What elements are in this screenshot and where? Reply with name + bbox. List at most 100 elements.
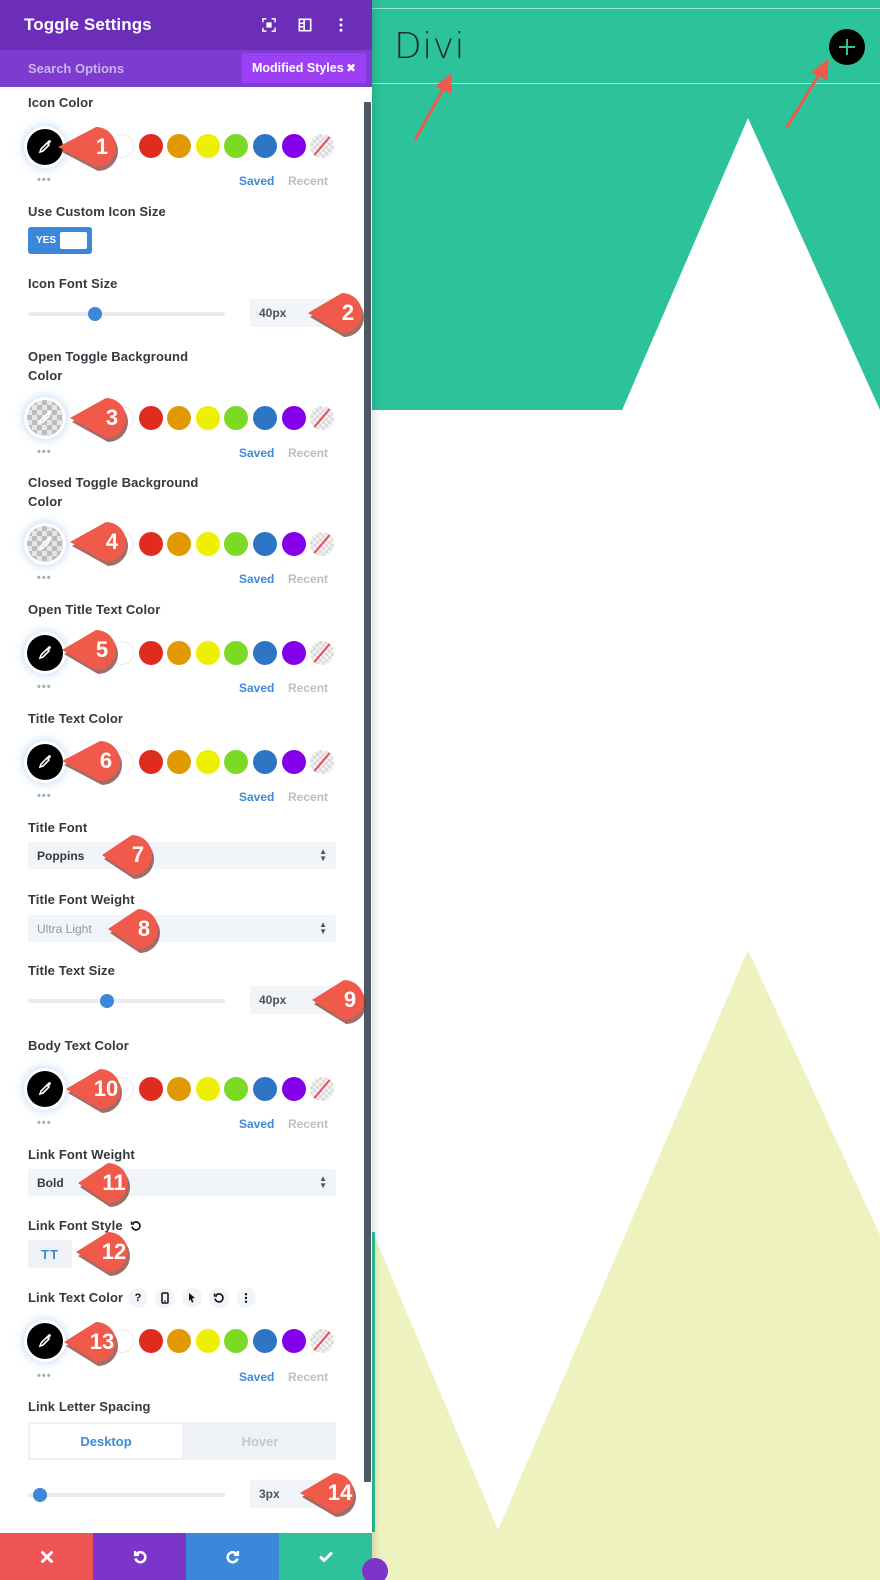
custom-icon-size-toggle[interactable]: YES (28, 227, 92, 254)
saved-colors-tab[interactable]: Saved (239, 790, 274, 804)
color-swatch[interactable] (281, 406, 306, 430)
color-swatch[interactable] (281, 641, 306, 665)
open-title-color-picker[interactable] (24, 632, 66, 674)
slider-thumb[interactable] (99, 994, 114, 1008)
title-font-weight-select[interactable]: Ultra Light ▲ ▼ (28, 915, 336, 942)
color-swatch[interactable] (253, 1329, 277, 1353)
saved-colors-tab[interactable]: Saved (239, 1117, 274, 1131)
color-swatch[interactable] (224, 134, 249, 158)
recent-colors-tab[interactable]: Recent (288, 572, 328, 586)
color-swatch[interactable] (195, 134, 220, 158)
color-swatch[interactable] (253, 750, 277, 774)
redo-button[interactable] (186, 1533, 279, 1580)
title-text-size-slider[interactable] (28, 994, 225, 1008)
no-color-swatch[interactable] (310, 532, 335, 556)
responsive-icon[interactable] (155, 1288, 175, 1308)
saved-colors-tab[interactable]: Saved (239, 1370, 274, 1384)
color-swatch[interactable] (281, 1329, 306, 1353)
undo-button[interactable] (93, 1533, 186, 1580)
hover-cursor-icon[interactable] (182, 1288, 202, 1308)
color-swatch[interactable] (167, 1077, 192, 1101)
link-font-weight-select[interactable]: Bold ▲ ▼ (28, 1169, 336, 1196)
color-swatch[interactable] (167, 1329, 192, 1353)
help-icon[interactable]: ? (128, 1288, 148, 1308)
color-swatch[interactable] (167, 406, 192, 430)
color-swatch[interactable] (167, 532, 192, 556)
more-colors-button[interactable]: ••• (37, 790, 52, 802)
title-font-select[interactable]: Poppins ▲ ▼ (28, 842, 336, 869)
color-swatch[interactable] (281, 750, 306, 774)
color-swatch[interactable] (167, 750, 192, 774)
more-colors-button[interactable]: ••• (37, 174, 52, 186)
color-swatch[interactable] (224, 1329, 249, 1353)
saved-colors-tab[interactable]: Saved (239, 446, 274, 460)
uppercase-style-button[interactable]: TT (28, 1240, 72, 1268)
builder-menu-button[interactable] (362, 1558, 388, 1580)
color-swatch[interactable] (195, 532, 220, 556)
color-swatch[interactable] (138, 532, 163, 556)
color-swatch[interactable] (281, 532, 306, 556)
closed-toggle-bg-picker[interactable] (24, 523, 66, 565)
color-swatch[interactable] (253, 134, 277, 158)
color-swatch[interactable] (195, 1329, 220, 1353)
color-swatch[interactable] (253, 1077, 277, 1101)
saved-colors-tab[interactable]: Saved (239, 572, 274, 586)
color-swatch[interactable] (224, 750, 249, 774)
recent-colors-tab[interactable]: Recent (288, 174, 328, 188)
no-color-swatch[interactable] (310, 134, 335, 158)
color-swatch[interactable] (253, 641, 277, 665)
reset-icon[interactable] (209, 1288, 229, 1308)
color-swatch[interactable] (138, 134, 163, 158)
save-button[interactable] (279, 1533, 372, 1580)
more-colors-button[interactable]: ••• (37, 446, 52, 458)
color-swatch[interactable] (281, 134, 306, 158)
icon-font-size-slider[interactable] (28, 307, 225, 321)
link-letter-spacing-slider[interactable] (28, 1488, 225, 1502)
no-color-swatch[interactable] (310, 750, 335, 774)
color-swatch[interactable] (138, 641, 163, 665)
recent-colors-tab[interactable]: Recent (288, 1370, 328, 1384)
color-swatch[interactable] (138, 1077, 163, 1101)
recent-colors-tab[interactable]: Recent (288, 1117, 328, 1131)
title-font-weight-value: Ultra Light (37, 921, 92, 936)
color-swatch[interactable] (138, 1329, 163, 1353)
no-color-swatch[interactable] (310, 1329, 335, 1353)
color-swatch[interactable] (281, 1077, 306, 1101)
more-vertical-icon[interactable] (236, 1288, 256, 1308)
slider-thumb[interactable] (32, 1488, 47, 1502)
tab-hover[interactable]: Hover (184, 1422, 336, 1460)
discard-button[interactable] (0, 1533, 93, 1580)
saved-colors-tab[interactable]: Saved (239, 681, 274, 695)
color-swatch[interactable] (167, 641, 192, 665)
no-color-swatch[interactable] (310, 1077, 335, 1101)
more-colors-button[interactable]: ••• (37, 681, 52, 693)
no-color-swatch[interactable] (310, 641, 335, 665)
color-swatch[interactable] (167, 134, 192, 158)
color-swatch[interactable] (224, 532, 249, 556)
color-swatch[interactable] (138, 750, 163, 774)
color-swatch[interactable] (253, 532, 277, 556)
open-toggle-bg-picker[interactable] (24, 397, 66, 439)
title-color-picker[interactable] (24, 741, 66, 783)
saved-colors-tab[interactable]: Saved (239, 174, 274, 188)
recent-colors-tab[interactable]: Recent (288, 446, 328, 460)
color-swatch[interactable] (195, 750, 220, 774)
color-swatch[interactable] (224, 641, 249, 665)
color-swatch[interactable] (195, 1077, 220, 1101)
recent-colors-tab[interactable]: Recent (288, 681, 328, 695)
recent-colors-tab[interactable]: Recent (288, 790, 328, 804)
slider-thumb[interactable] (87, 307, 102, 321)
color-swatch[interactable] (253, 406, 277, 430)
color-swatch[interactable] (195, 641, 220, 665)
more-colors-button[interactable]: ••• (37, 1370, 52, 1382)
tab-desktop[interactable]: Desktop (28, 1422, 184, 1460)
color-swatch[interactable] (224, 406, 249, 430)
more-colors-button[interactable]: ••• (37, 1117, 52, 1129)
color-swatch[interactable] (195, 406, 220, 430)
link-text-color-picker[interactable] (24, 1320, 66, 1362)
more-colors-button[interactable]: ••• (37, 572, 52, 584)
color-swatch[interactable] (138, 406, 163, 430)
no-color-swatch[interactable] (310, 406, 335, 430)
body-text-color-picker[interactable] (24, 1068, 66, 1110)
color-swatch[interactable] (224, 1077, 249, 1101)
